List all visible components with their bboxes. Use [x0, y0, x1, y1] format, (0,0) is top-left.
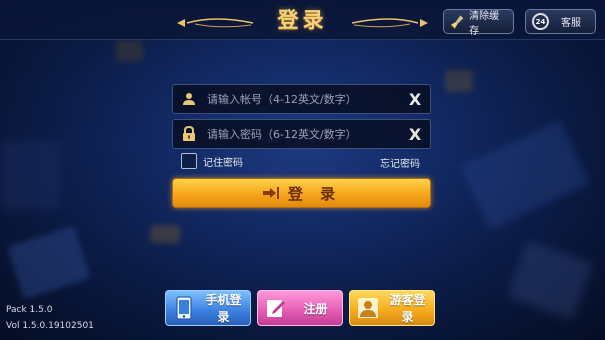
broom-icon: [450, 14, 464, 29]
pack-version: Pack 1.5.0: [6, 305, 53, 315]
background-chip-decoration: [150, 225, 180, 243]
clear-cache-label: 清除缓存: [469, 10, 500, 37]
forgot-password-link[interactable]: 忘记密码: [380, 155, 420, 170]
customer-service-button[interactable]: 24 客服: [525, 9, 596, 34]
guest-login-button[interactable]: 游客登录: [349, 290, 435, 326]
background-card-decoration: [7, 225, 91, 300]
build-version: Vol 1.5.0.19102501: [6, 321, 94, 331]
register-label: 注册: [303, 301, 328, 316]
phone-login-label: 手机登录: [205, 293, 242, 324]
phone-login-button[interactable]: 手机登录: [165, 290, 251, 326]
login-arrow-icon: [262, 187, 279, 199]
remember-password-checkbox[interactable]: [181, 153, 197, 169]
guest-login-label: 游客登录: [389, 293, 426, 324]
guest-user-icon: [355, 294, 381, 322]
login-button-label: 登 录: [287, 184, 342, 203]
clear-password-button[interactable]: X: [400, 125, 430, 144]
clear-account-button[interactable]: X: [400, 90, 430, 109]
phone-icon: [171, 294, 197, 322]
clear-cache-button[interactable]: 清除缓存: [443, 9, 514, 37]
background-chip-decoration: [445, 70, 473, 92]
password-field[interactable]: 请输入密码（6-12英文/数字） X: [172, 119, 431, 149]
remember-password-label: 记住密码: [203, 157, 243, 169]
account-input-placeholder: 请输入帐号（4-12英文/数字）: [207, 93, 357, 106]
lock-icon: [173, 120, 205, 148]
edit-pencil-icon: [263, 294, 289, 322]
background-card-decoration: [0, 140, 60, 210]
background-card-decoration: [506, 239, 594, 321]
background-card-decoration: [460, 120, 590, 230]
title-area: 登录: [175, 4, 430, 34]
top-bar: 登录 清除缓存 24 客服: [0, 0, 605, 40]
page-title: 登录: [277, 8, 328, 32]
customer-service-label: 客服: [561, 18, 581, 29]
account-field[interactable]: 请输入帐号（4-12英文/数字） X: [172, 84, 431, 114]
background-chip-decoration: [115, 40, 143, 62]
register-button[interactable]: 注册: [257, 290, 343, 326]
login-button[interactable]: 登 录: [172, 178, 431, 208]
24h-service-icon: 24: [532, 13, 549, 30]
version-info: Pack 1.5.0 Vol 1.5.0.19102501: [6, 302, 94, 334]
password-input-placeholder: 请输入密码（6-12英文/数字）: [207, 128, 357, 141]
remember-password-option[interactable]: 记住密码: [181, 153, 243, 169]
right-flourish-icon: [351, 18, 428, 28]
left-flourish-icon: [177, 18, 254, 28]
user-icon: [173, 85, 205, 113]
